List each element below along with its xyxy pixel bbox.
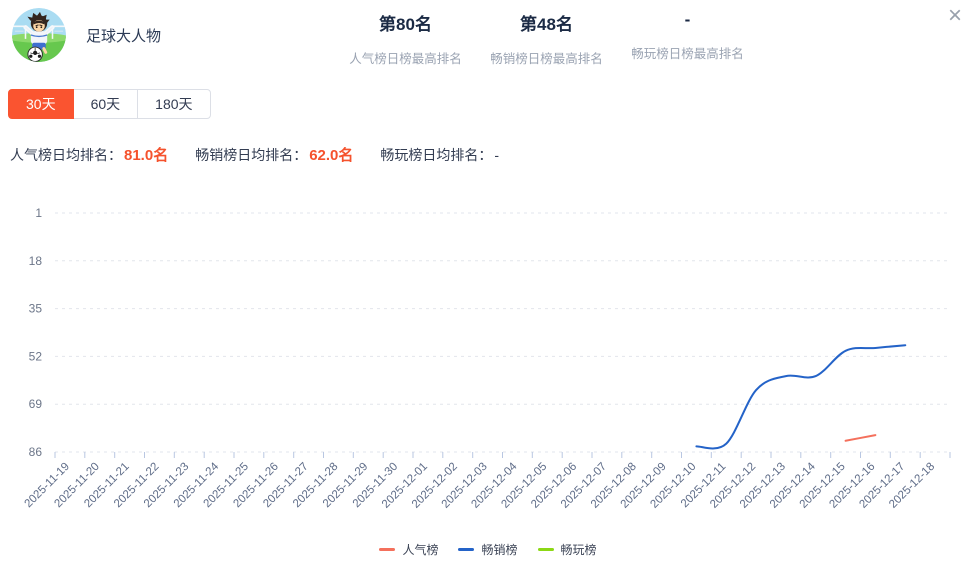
stat-label: 人气榜日榜最高排名 xyxy=(335,48,476,67)
legend-line-marker xyxy=(538,548,554,551)
stat-value: 第80名 xyxy=(335,10,476,35)
close-icon[interactable]: × xyxy=(948,4,962,28)
soccer-player-avatar-image xyxy=(12,8,66,62)
stat-value: - xyxy=(617,10,758,30)
legend-item-1[interactable]: 畅销榜 xyxy=(458,541,517,558)
y-axis-label-1: 1 xyxy=(35,206,42,220)
summary-bestseller-average: 畅销榜日均排名：62.0名 xyxy=(195,144,353,165)
rank-chart-svg: 118355269862025-11-192025-11-202025-11-2… xyxy=(0,195,976,540)
legend-label: 人气榜 xyxy=(402,541,438,558)
stat-label: 畅销榜日榜最高排名 xyxy=(476,48,617,67)
stat-playtime-best: - 畅玩榜日榜最高排名 xyxy=(617,10,758,67)
y-axis-label-52: 52 xyxy=(29,349,43,363)
legend-label: 畅销榜 xyxy=(481,541,517,558)
stat-label: 畅玩榜日榜最高排名 xyxy=(617,43,758,62)
stat-value: 第48名 xyxy=(476,10,617,35)
app-avatar xyxy=(12,8,66,62)
app-info: 足球大人物 xyxy=(12,8,161,62)
average-rank-summary: 人气榜日均排名：81.0名 畅销榜日均排名：62.0名 畅玩榜日均排名：- xyxy=(10,144,526,165)
legend-line-marker xyxy=(379,548,395,551)
app-title: 足球大人物 xyxy=(86,25,161,46)
legend-line-marker xyxy=(458,548,474,551)
y-axis-label-69: 69 xyxy=(29,397,43,411)
legend-item-0[interactable]: 人气榜 xyxy=(379,541,438,558)
summary-label: 畅玩榜日均排名： xyxy=(380,147,492,163)
chart-legend: 人气榜 畅销榜 畅玩榜 xyxy=(0,541,976,558)
y-axis-label-86: 86 xyxy=(29,445,43,459)
rank-detail-panel: 足球大人物 第80名 人气榜日榜最高排名 第48名 畅销榜日榜最高排名 - 畅玩… xyxy=(0,0,976,570)
legend-label: 畅玩榜 xyxy=(561,541,597,558)
summary-label: 畅销榜日均排名： xyxy=(195,147,307,163)
stat-popularity-best: 第80名 人气榜日榜最高排名 xyxy=(335,10,476,67)
stat-bestseller-best: 第48名 畅销榜日榜最高排名 xyxy=(476,10,617,67)
series-line-0[interactable] xyxy=(846,435,876,441)
tab-180-days[interactable]: 180天 xyxy=(137,89,210,119)
summary-playtime-average: 畅玩榜日均排名：- xyxy=(380,145,499,165)
y-axis-label-18: 18 xyxy=(29,254,43,268)
summary-value: - xyxy=(494,147,499,163)
summary-value: 81.0名 xyxy=(124,147,168,164)
y-axis-label-35: 35 xyxy=(29,302,43,316)
summary-popularity-average: 人气榜日均排名：81.0名 xyxy=(10,144,168,165)
summary-label: 人气榜日均排名： xyxy=(10,147,122,163)
tab-60-days[interactable]: 60天 xyxy=(73,89,139,119)
header-stats: 第80名 人气榜日榜最高排名 第48名 畅销榜日榜最高排名 - 畅玩榜日榜最高排… xyxy=(335,10,758,67)
legend-item-2[interactable]: 畅玩榜 xyxy=(538,541,597,558)
series-line-1[interactable] xyxy=(696,345,905,448)
summary-value: 62.0名 xyxy=(309,147,353,164)
period-tabs: 30天 60天 180天 xyxy=(8,89,211,119)
tab-30-days[interactable]: 30天 xyxy=(8,89,74,119)
